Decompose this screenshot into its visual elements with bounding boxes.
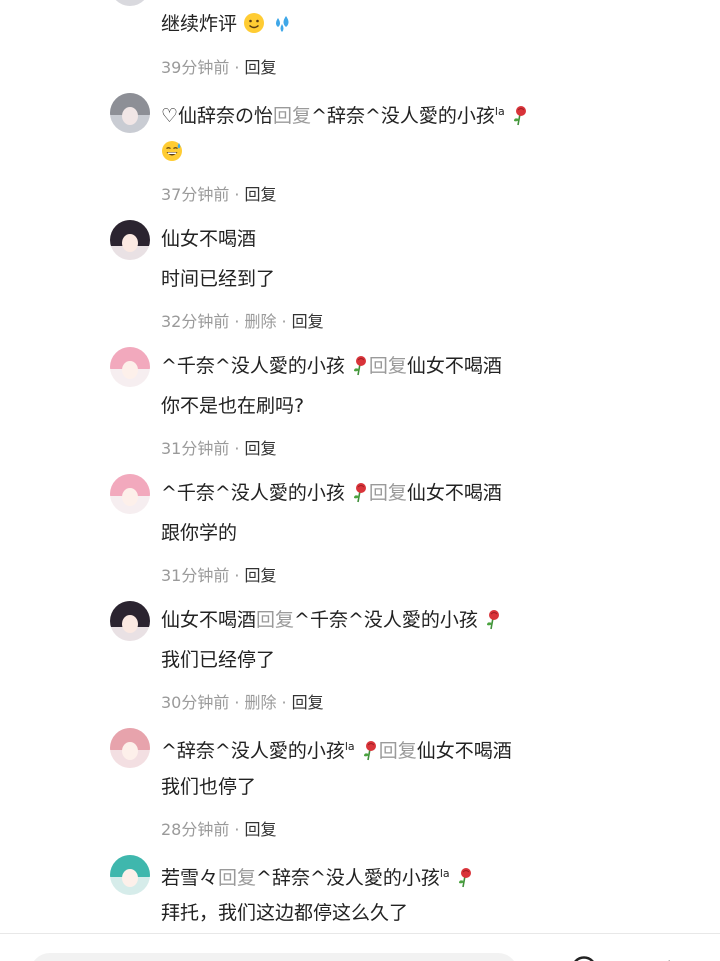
comment-body: 时间已经到了 (161, 268, 276, 290)
delete-button[interactable]: 删除 (244, 693, 276, 712)
reply-target[interactable]: ^千奈^没人愛的小孩 (294, 609, 478, 631)
comment-author[interactable]: ^千奈^没人愛的小孩 (161, 482, 345, 504)
comment-text: 我们也停了 (161, 772, 256, 802)
comment-body: 我们也停了 (161, 776, 257, 798)
reply-label: 回复 (218, 867, 257, 889)
reply-button[interactable]: 回复 (244, 439, 276, 458)
reply-button[interactable]: 回复 (292, 693, 324, 712)
comment-text: 跟你学的 (161, 518, 237, 548)
comment-text: 继续炸评 (161, 9, 293, 39)
avatar[interactable] (110, 0, 150, 6)
delete-button[interactable]: 删除 (244, 312, 276, 331)
avatar[interactable] (110, 601, 150, 641)
avatar[interactable] (110, 220, 150, 260)
reply-label: 回复 (368, 355, 407, 377)
reply-target[interactable]: ^辞奈^没人愛的小孩 (256, 867, 440, 889)
comment-header: ^千奈^没人愛的小孩 回复仙女不喝酒 (161, 478, 502, 508)
reply-label: 回复 (273, 105, 312, 127)
comment-author[interactable]: ^辞奈^没人愛的小孩 (161, 740, 345, 762)
comment-body: 继续炸评 (161, 13, 238, 35)
rose-icon (513, 106, 526, 126)
comment-time: 30分钟前 (161, 693, 230, 712)
comment-text: 时间已经到了 (161, 264, 275, 294)
comment-thread-page: 继续炸评 39分钟前 · 回复 ♡仙辞奈の怡回复^辞奈^没人愛的小孩la 37分… (0, 0, 720, 961)
comment-body: 跟你学的 (161, 522, 238, 544)
reply-button[interactable]: 回复 (244, 566, 276, 585)
name-suffix: la (439, 867, 450, 880)
bottom-bar-divider (0, 933, 720, 934)
comment-author[interactable]: 若雪々 (161, 867, 218, 889)
name-suffix: la (494, 105, 505, 118)
reply-label: 回复 (256, 609, 295, 631)
reply-label: 回复 (378, 740, 417, 762)
reply-button[interactable]: 回复 (244, 58, 276, 77)
comment-header: ^千奈^没人愛的小孩 回复仙女不喝酒 (161, 351, 502, 381)
avatar[interactable] (110, 855, 150, 895)
avatar[interactable] (110, 347, 150, 387)
rose-icon (458, 868, 471, 888)
reply-target[interactable]: ^辞奈^没人愛的小孩 (311, 105, 495, 127)
rose-icon (353, 356, 366, 376)
sweat-droplets-icon (276, 16, 289, 32)
comment-time: 31分钟前 (161, 566, 230, 585)
comment-input[interactable] (30, 953, 518, 961)
comment-header: ^辞奈^没人愛的小孩la 回复仙女不喝酒 (161, 732, 512, 762)
reply-button[interactable]: 回复 (244, 820, 276, 839)
share-icon[interactable] (652, 955, 680, 961)
name-suffix: la (344, 740, 355, 753)
reply-button[interactable]: 回复 (292, 312, 324, 331)
reply-target[interactable]: 仙女不喝酒 (407, 355, 502, 377)
comment-meta: 32分钟前 · 删除 · 回复 (161, 312, 324, 331)
rose-icon (353, 483, 366, 503)
comment-body: 我们已经停了 (161, 649, 276, 671)
emoji-icon[interactable] (570, 955, 598, 961)
comment-time: 31分钟前 (161, 439, 230, 458)
comment-time: 37分钟前 (161, 185, 230, 204)
comment-header: ♡仙辞奈の怡回复^辞奈^没人愛的小孩la (161, 97, 529, 127)
comment-header: 仙女不喝酒回复^千奈^没人愛的小孩 (161, 605, 502, 635)
reply-label: 回复 (368, 482, 407, 504)
comment-meta: 31分钟前 · 回复 (161, 439, 277, 458)
comment-author[interactable]: ^千奈^没人愛的小孩 (161, 355, 345, 377)
rose-icon (363, 741, 376, 761)
slightly-smiling-face-icon (244, 13, 265, 33)
reply-target[interactable]: 仙女不喝酒 (407, 482, 502, 504)
comment-text: 拜托，我们这边都停这么久了 (161, 898, 408, 928)
grinning-face-with-sweat-icon (162, 141, 182, 161)
comment-meta: 30分钟前 · 删除 · 回复 (161, 693, 324, 712)
comment-meta: 39分钟前 · 回复 (161, 58, 277, 77)
comment-author[interactable]: 仙女不喝酒 (161, 609, 256, 631)
avatar[interactable] (110, 93, 150, 133)
comment-author[interactable]: 仙女不喝酒 (161, 228, 256, 250)
comment-header: 若雪々回复^辞奈^没人愛的小孩la (161, 859, 474, 889)
comment-time: 39分钟前 (161, 58, 230, 77)
reply-target[interactable]: 仙女不喝酒 (417, 740, 512, 762)
avatar[interactable] (110, 728, 150, 768)
comment-text: 你不是也在刷吗? (161, 391, 304, 421)
comment-time: 32分钟前 (161, 312, 230, 331)
comment-meta: 31分钟前 · 回复 (161, 566, 277, 585)
comment-text (161, 137, 183, 167)
comment-text: 我们已经停了 (161, 645, 275, 675)
comment-time: 28分钟前 (161, 820, 230, 839)
rose-icon (486, 610, 499, 630)
comment-meta: 28分钟前 · 回复 (161, 820, 277, 839)
avatar[interactable] (110, 474, 150, 514)
comment-body: 拜托，我们这边都停这么久了 (161, 902, 409, 924)
comment-header: 仙女不喝酒 (161, 224, 256, 254)
comment-body: 你不是也在刷吗? (161, 395, 305, 417)
comment-author[interactable]: ♡仙辞奈の怡 (161, 105, 273, 127)
comment-meta: 37分钟前 · 回复 (161, 185, 277, 204)
reply-button[interactable]: 回复 (244, 185, 276, 204)
